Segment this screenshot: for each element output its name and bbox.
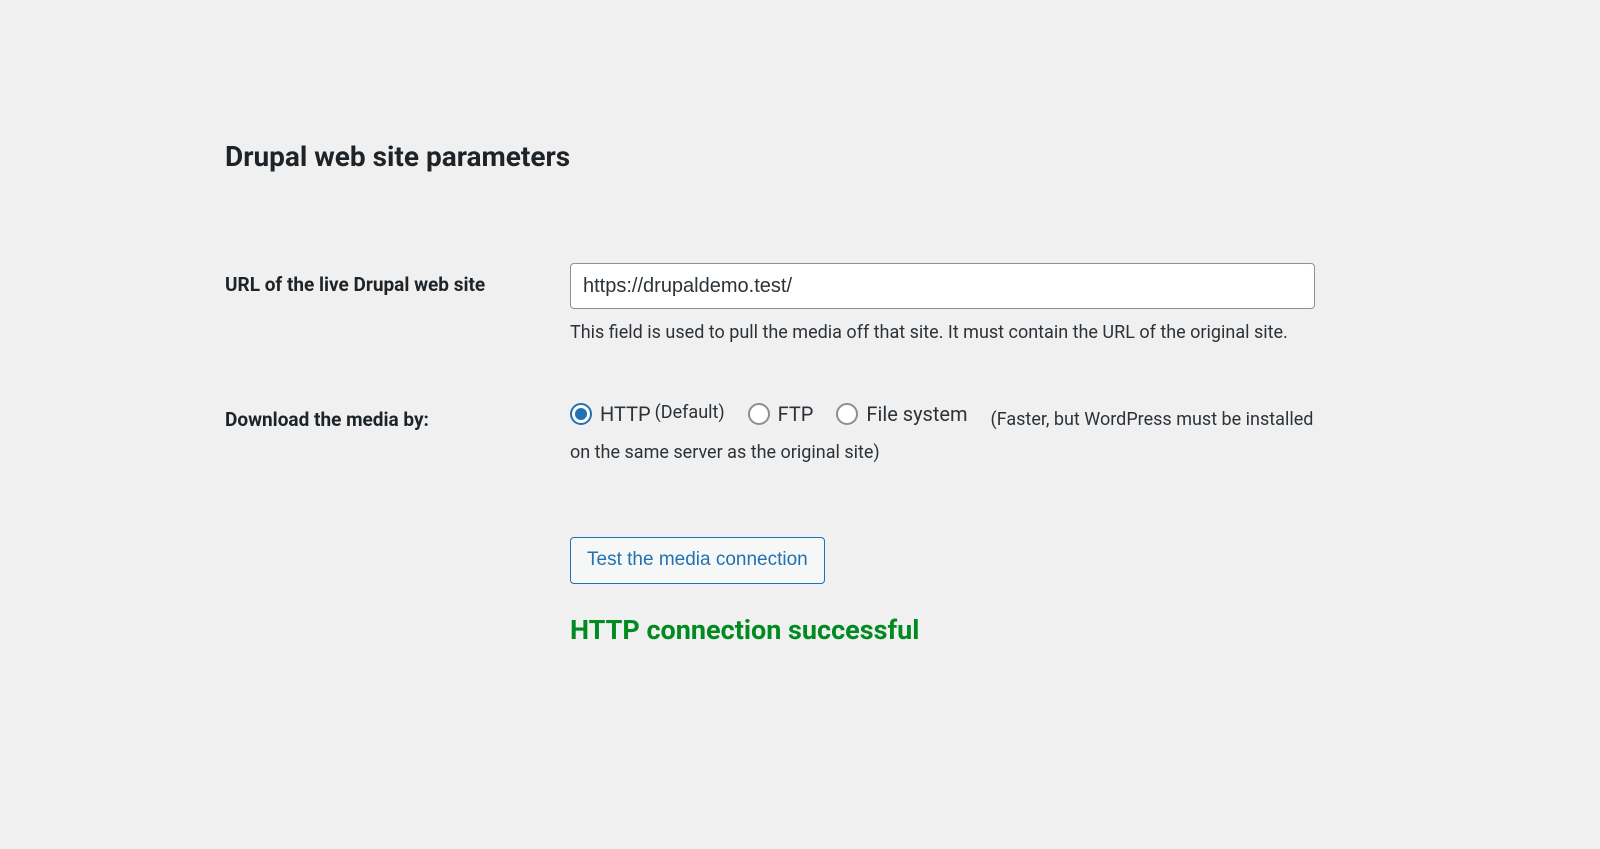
download-media-radio-group: HTTP (Default) FTP File system (Faster, …	[570, 398, 1315, 468]
url-field-col: This field is used to pull the media off…	[570, 263, 1375, 348]
radio-option-filesystem[interactable]: File system	[836, 398, 967, 430]
radio-http-suffix: (Default)	[655, 399, 725, 428]
radio-http-label: HTTP	[600, 398, 651, 430]
test-connection-col: Test the media connection HTTP connectio…	[570, 537, 1375, 646]
radio-ftp-input[interactable]	[748, 403, 770, 425]
settings-section: Drupal web site parameters URL of the li…	[0, 0, 1600, 646]
test-connection-row: Test the media connection HTTP connectio…	[225, 537, 1375, 646]
url-row: URL of the live Drupal web site This fie…	[225, 263, 1375, 348]
test-connection-spacer	[225, 537, 570, 646]
connection-status-message: HTTP connection successful	[570, 614, 1375, 646]
download-media-row: Download the media by: HTTP (Default) FT…	[225, 398, 1375, 468]
download-media-label-col: Download the media by:	[225, 398, 570, 468]
radio-filesystem-input[interactable]	[836, 403, 858, 425]
url-input[interactable]	[570, 263, 1315, 309]
radio-filesystem-label: File system	[866, 398, 967, 430]
radio-option-ftp[interactable]: FTP	[748, 398, 814, 430]
section-title: Drupal web site parameters	[225, 140, 1375, 173]
url-label-col: URL of the live Drupal web site	[225, 263, 570, 348]
radio-http-input[interactable]	[570, 403, 592, 425]
url-label: URL of the live Drupal web site	[225, 273, 485, 296]
download-media-field-col: HTTP (Default) FTP File system (Faster, …	[570, 398, 1375, 468]
download-media-label: Download the media by:	[225, 408, 429, 431]
test-connection-button[interactable]: Test the media connection	[570, 537, 825, 584]
radio-option-http[interactable]: HTTP (Default)	[570, 398, 725, 430]
radio-ftp-label: FTP	[778, 398, 814, 430]
url-description: This field is used to pull the media off…	[570, 319, 1315, 348]
